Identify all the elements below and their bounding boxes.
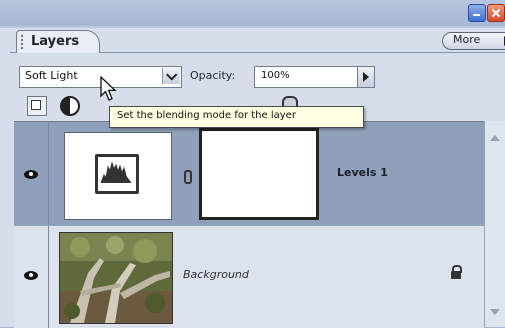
palette-titlebar[interactable] — [0, 0, 505, 26]
visibility-toggle[interactable] — [14, 226, 48, 328]
row-divider — [48, 122, 49, 226]
chain-link-icon[interactable] — [184, 170, 192, 184]
opacity-input[interactable]: 100% — [254, 66, 359, 88]
layer-mask-thumbnail[interactable] — [199, 128, 319, 220]
layer-name[interactable]: Levels 1 — [337, 166, 388, 179]
row-divider — [48, 226, 49, 328]
opacity-label: Opacity: — [190, 69, 236, 82]
forest-photo-image — [60, 233, 172, 323]
adjustment-layer-icon[interactable] — [60, 96, 80, 116]
close-icon[interactable] — [487, 4, 505, 22]
tab-layers-label: Layers — [31, 34, 80, 49]
layer-row-background[interactable]: Background — [14, 225, 484, 328]
grip-icon[interactable] — [21, 35, 27, 49]
opacity-value: 100% — [261, 70, 290, 81]
lock-icon — [451, 265, 462, 279]
minimize-icon[interactable] — [468, 4, 486, 22]
background-thumbnail[interactable] — [59, 232, 173, 324]
scroll-up-icon[interactable] — [488, 131, 502, 145]
adjustment-thumbnail[interactable] — [64, 132, 172, 220]
visibility-toggle[interactable] — [14, 122, 48, 226]
eye-icon[interactable] — [24, 271, 38, 280]
more-button-label: More — [453, 33, 481, 46]
lock-body — [451, 271, 461, 279]
mouse-pointer-icon — [100, 76, 117, 101]
chevron-down-icon[interactable] — [162, 68, 180, 84]
blend-mode-value: Soft Light — [25, 69, 78, 82]
tooltip: Set the blending mode for the layer — [109, 106, 364, 128]
eye-icon[interactable] — [24, 170, 38, 179]
scroll-down-icon[interactable] — [488, 305, 502, 319]
opacity-slider-button[interactable] — [357, 66, 375, 88]
palette-tabstrip: Layers More — [10, 28, 505, 53]
tooltip-text: Set the blending mode for the layer — [117, 110, 296, 121]
layers-scrollbar[interactable] — [484, 121, 505, 327]
layer-controls: Soft Light Opacity: 100% — [14, 62, 505, 90]
layer-row-levels[interactable]: Levels 1 — [14, 121, 484, 226]
new-layer-icon[interactable] — [27, 96, 47, 116]
layer-name[interactable]: Background — [183, 268, 249, 281]
tab-layers[interactable]: Layers — [16, 30, 100, 53]
levels-histogram-icon — [95, 154, 139, 194]
layers-palette-window: Layers More Soft Light Opacity: 100% Lev… — [0, 0, 505, 328]
more-button[interactable]: More — [442, 32, 505, 50]
layers-list: Levels 1 Background — [14, 121, 484, 328]
